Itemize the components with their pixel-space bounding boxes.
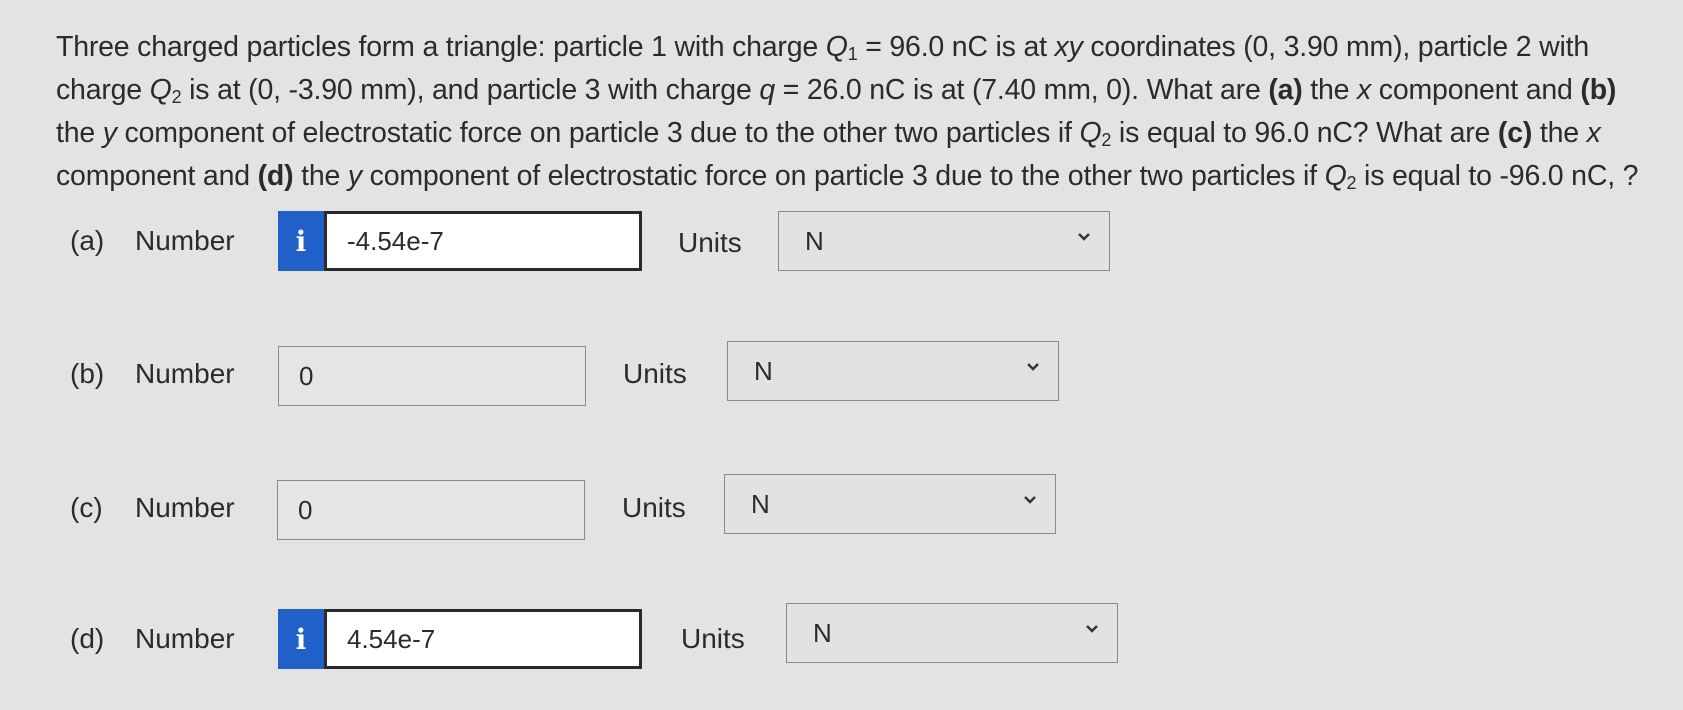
question-text-segment: (a)	[1268, 74, 1303, 106]
number-input-c[interactable]: 0	[277, 480, 585, 540]
question-text: Three charged particles form a triangle:…	[56, 26, 1646, 198]
part-label: (b)	[70, 358, 105, 389]
question-text-segment: q	[759, 74, 775, 106]
question-text-segment: Q	[1324, 160, 1347, 192]
question-text-segment: y	[347, 160, 362, 192]
units-select-value: N	[751, 488, 770, 519]
question-text-segment: = 26.0 nC is at (7.40 mm, 0). What are	[774, 74, 1269, 106]
units-label: Units	[622, 492, 686, 523]
units-label: Units	[623, 358, 687, 389]
question-text-segment: Three charged particles form a triangle:…	[56, 31, 826, 63]
question-text-segment: is equal to 96.0 nC? What are	[1111, 117, 1498, 149]
number-input-value: -4.54e-7	[347, 225, 444, 256]
number-input-b[interactable]: 0	[278, 346, 586, 406]
units-select-value: N	[813, 617, 832, 648]
question-text-segment: x	[1357, 74, 1372, 106]
question-text-segment: 2	[1101, 130, 1112, 150]
question-text-segment: (d)	[257, 160, 294, 192]
units-select-c[interactable]: N	[724, 474, 1056, 534]
question-text-segment: is equal to -96.0 nC, ?	[1356, 160, 1639, 192]
number-input-value: 0	[298, 494, 313, 525]
units-select-value: N	[805, 225, 824, 256]
question-text-segment: Q	[825, 31, 848, 63]
question-text-segment: component of electrostatic force on part…	[116, 117, 1080, 149]
question-text-segment: 2	[171, 87, 182, 107]
number-input-d[interactable]: 4.54e-7	[324, 609, 642, 669]
question-text-segment: (b)	[1580, 74, 1617, 106]
number-label: Number	[135, 623, 235, 654]
units-select-a[interactable]: N	[778, 211, 1110, 271]
units-label: Units	[678, 227, 742, 258]
question-text-segment: 1	[847, 44, 858, 64]
number-input-value: 0	[299, 360, 314, 391]
part-label: (d)	[70, 623, 105, 654]
question-text-segment: Q	[149, 74, 172, 106]
part-label: (c)	[70, 492, 103, 523]
info-glyph: i	[295, 224, 307, 258]
question-text-segment: component of electrostatic force on part…	[361, 160, 1325, 192]
question-text-segment: 2	[1346, 173, 1357, 193]
number-label: Number	[135, 358, 235, 389]
question-text-segment: the	[56, 117, 103, 149]
answer-row-a: (a) Number i -4.54e-7 Units N	[70, 211, 1120, 271]
question-text-segment: component and	[56, 160, 258, 192]
info-glyph: i	[295, 622, 307, 656]
question-text-segment: the	[1302, 74, 1358, 106]
info-icon[interactable]: i	[278, 211, 324, 271]
number-input-value: 4.54e-7	[347, 623, 436, 654]
answer-row-c: (c) Number 0 Units N	[70, 474, 1070, 540]
units-select-d[interactable]: N	[786, 603, 1118, 663]
question-text-segment: y	[102, 117, 117, 149]
question-text-segment: is at (0, -3.90 mm), and particle 3 with…	[181, 74, 760, 106]
answer-row-d: (d) Number i 4.54e-7 Units N	[70, 603, 1120, 669]
units-label: Units	[681, 623, 745, 654]
number-label: Number	[135, 225, 235, 256]
question-text-segment: x	[1586, 117, 1601, 149]
number-input-a[interactable]: -4.54e-7	[324, 211, 642, 271]
chevron-down-icon	[1086, 625, 1098, 633]
part-label: (a)	[70, 225, 105, 256]
question-text-segment: the	[293, 160, 348, 192]
question-text-segment: component and	[1371, 74, 1581, 106]
units-select-value: N	[754, 355, 773, 386]
units-select-b[interactable]: N	[727, 341, 1059, 401]
info-icon[interactable]: i	[278, 609, 324, 669]
chevron-down-icon	[1078, 233, 1090, 241]
question-text-segment: the	[1532, 117, 1587, 149]
question-text-segment: xy	[1054, 31, 1083, 63]
chevron-down-icon	[1027, 363, 1039, 371]
number-label: Number	[135, 492, 235, 523]
chevron-down-icon	[1024, 496, 1036, 504]
answer-row-b: (b) Number 0 Units N	[70, 341, 1070, 406]
question-text-segment: Q	[1079, 117, 1102, 149]
question-text-segment: = 96.0 nC is at	[857, 31, 1055, 63]
question-text-segment: (c)	[1497, 117, 1533, 149]
